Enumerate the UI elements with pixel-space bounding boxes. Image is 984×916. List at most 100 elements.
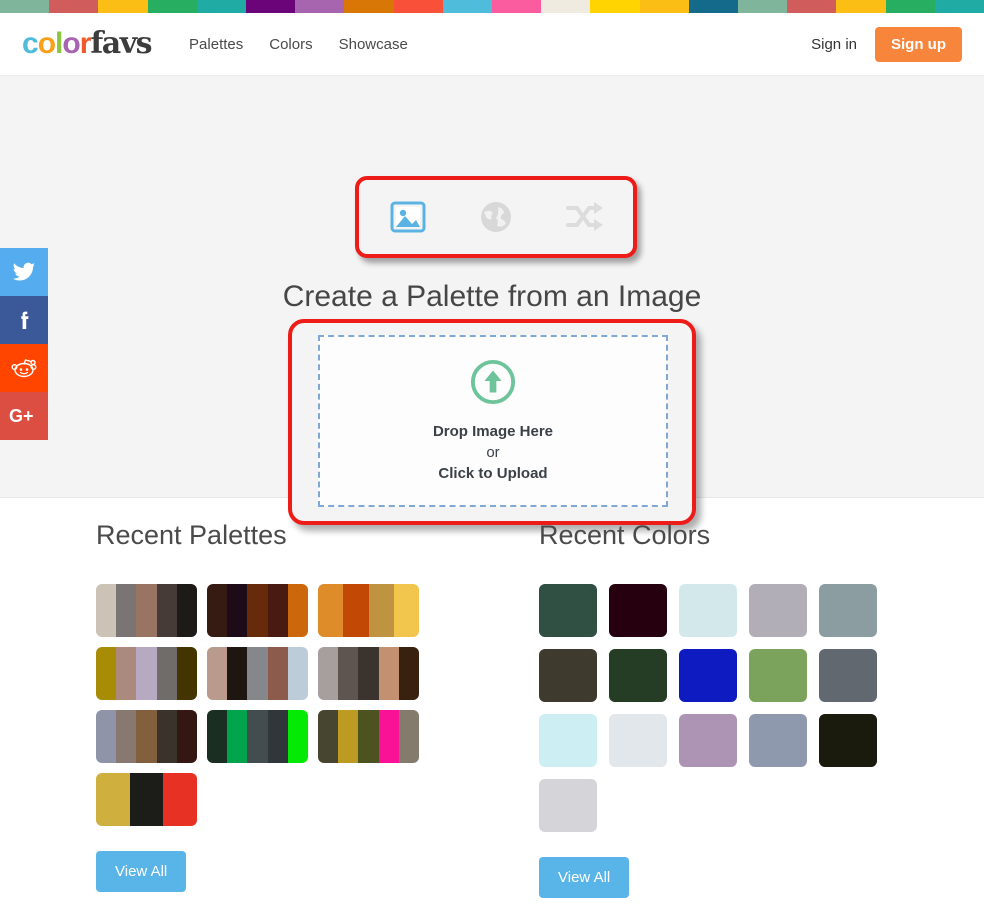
color-chip[interactable] [819,649,877,702]
palette-swatch-group[interactable] [207,584,308,637]
palette-color [227,584,248,637]
palette-color [393,584,419,637]
palette-color [116,584,137,637]
nav-showcase[interactable]: Showcase [339,36,408,53]
color-chip[interactable] [539,779,597,832]
palette-color [267,584,288,637]
palette-color [398,647,419,700]
color-chip[interactable] [539,584,597,637]
palette-swatch-group[interactable] [96,584,197,637]
color-chip[interactable] [539,649,597,702]
stripe-segment [442,0,493,13]
palette-swatch-group[interactable] [318,710,419,763]
color-stripe [0,0,984,13]
palette-color [176,584,197,637]
color-chip[interactable] [749,649,807,702]
palette-color [358,647,379,700]
palette-color [378,647,399,700]
stripe-segment [836,0,886,13]
palette-color [156,584,177,637]
palette-color [343,584,369,637]
color-chip[interactable] [609,649,667,702]
palette-color [207,710,228,763]
palettes-view-all-button[interactable]: View All [96,851,187,892]
recent-colors-title: Recent Colors [539,520,711,550]
stripe-segment [196,0,247,13]
stripe-segment [492,0,542,13]
palette-color [338,710,359,763]
globe-icon [481,202,511,232]
nav-palettes[interactable]: Palettes [189,36,243,53]
logo-letter: c [22,27,39,60]
palette-color [136,710,157,763]
palette-swatch-group[interactable] [96,773,197,826]
drop-line-3: Click to Upload [438,464,548,482]
stripe-segment [49,0,99,13]
hero-title: Create a Palette from an Image [282,280,702,313]
mode-switcher-highlight [355,176,637,258]
palette-color [287,647,308,700]
palette-color [378,710,399,763]
color-grid [539,584,889,832]
color-chip[interactable] [679,714,737,767]
twitter-icon [12,262,36,281]
palette-swatch-group[interactable] [318,584,419,637]
stripe-segment [738,0,788,13]
header-actions: Sign in Sign up [811,26,962,62]
color-chip[interactable] [749,584,807,637]
sign-in-link[interactable]: Sign in [811,36,857,53]
image-dropzone[interactable]: Drop Image Here or Click to Upload [318,335,668,507]
stripe-segment [541,0,591,13]
palette-color [318,647,339,700]
color-chip[interactable] [609,714,667,767]
svg-text:G+: G+ [9,406,34,426]
color-chip[interactable] [609,584,667,637]
shuffle-mode-button[interactable] [562,195,606,239]
palette-color [136,584,157,637]
globe-mode-button[interactable] [474,195,518,239]
site-logo[interactable]: colorfavs [22,27,153,60]
palette-color [267,710,288,763]
stripe-segment [787,0,837,13]
color-chip[interactable] [679,584,737,637]
stripe-segment [344,0,394,13]
color-chip[interactable] [819,584,877,637]
facebook-share[interactable] [0,296,48,344]
reddit-share[interactable] [0,344,48,392]
palette-swatch-group[interactable] [207,710,308,763]
facebook-icon [21,311,29,329]
logo-letter: o [62,27,80,60]
color-chip[interactable] [819,714,877,767]
palette-swatch-group[interactable] [96,647,197,700]
sign-up-button[interactable]: Sign up [875,26,962,62]
color-chip[interactable] [679,649,737,702]
site-header: colorfavs Palettes Colors Showcase Sign in… [0,13,984,76]
nav-colors[interactable]: Colors [269,36,312,53]
stripe-segment [934,0,984,13]
stripe-segment [393,0,443,13]
color-chip[interactable] [749,714,807,767]
hero-section: Create a Palette from an Image Drop Imag… [0,76,984,525]
palette-color [96,710,117,763]
palette-color [318,584,344,637]
upload-arrow-icon [470,359,516,404]
content-section: Recent Palettes View All Recent Colors V… [0,498,984,898]
palette-color [227,710,248,763]
drop-line-1: Drop Image Here [432,422,554,440]
palette-grid [96,584,516,826]
palette-color [247,584,268,637]
image-mode-button[interactable] [386,195,430,239]
palette-color [398,710,419,763]
dropzone-highlight: Drop Image Here or Click to Upload [288,319,696,525]
color-chip[interactable] [539,714,597,767]
palette-swatch-group[interactable] [207,647,308,700]
stripe-segment [639,0,689,13]
palette-color [116,710,137,763]
googleplus-share[interactable]: G+ [0,392,48,440]
palette-swatch-group[interactable] [96,710,197,763]
reddit-icon [11,359,37,378]
colors-view-all-button[interactable]: View All [539,857,630,898]
palette-swatch-group[interactable] [318,647,419,700]
stripe-segment [590,0,640,13]
twitter-share[interactable] [0,248,48,296]
